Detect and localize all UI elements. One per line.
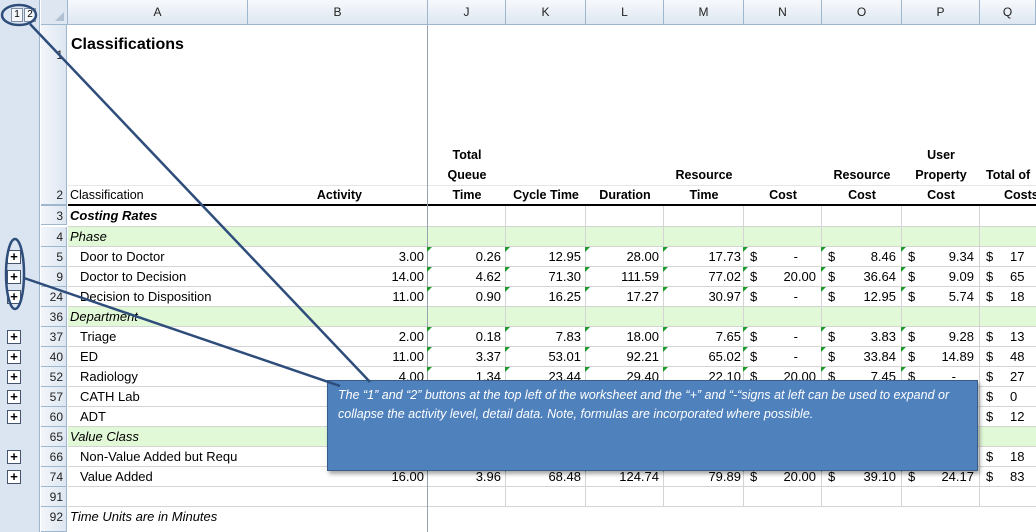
callout-pointer-line [23,276,341,388]
callout-pointer-line [29,23,371,383]
level-buttons-highlight-ellipse [0,3,38,27]
expand-buttons-highlight-ellipse [4,237,26,311]
annotation-overlay [0,3,371,388]
